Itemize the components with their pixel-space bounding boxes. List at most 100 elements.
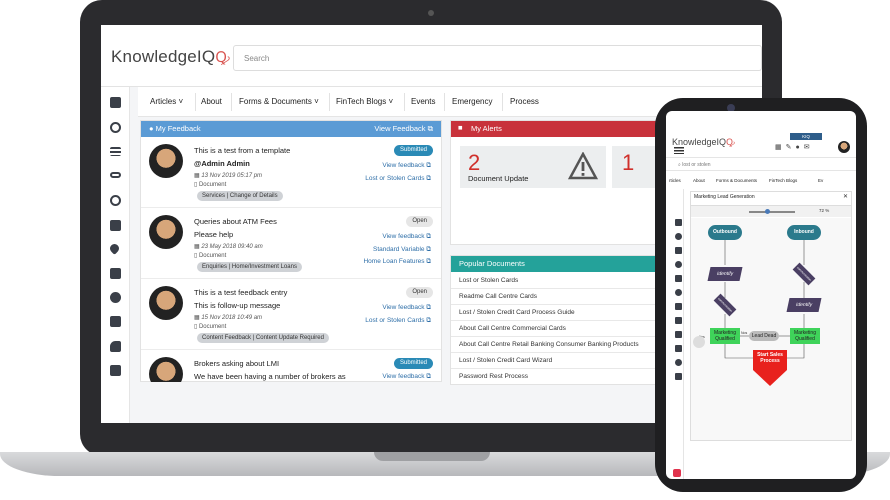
tools-icon[interactable] (110, 341, 121, 352)
avatar (149, 286, 183, 320)
flow-node-identify[interactable]: Identify (786, 298, 822, 312)
mobile-search-input[interactable]: ⌕ lost or stolen (666, 157, 856, 171)
related-doc-link[interactable]: Lost or Stolen Cards ⧉ (365, 317, 431, 325)
app-icon[interactable] (673, 469, 681, 477)
alert-label: Document Update (468, 174, 529, 183)
app-header: KnowledgeIQꝘ Search (101, 25, 762, 87)
feedback-date: ▦ 23 May 2018 09:40 am (194, 244, 263, 250)
feedback-type: ▯ Document (194, 324, 227, 330)
avatar[interactable] (838, 141, 850, 153)
nav-forms[interactable]: Forms & Documents ˅ (239, 97, 319, 106)
mobile-nav-item[interactable]: Ev (818, 178, 823, 183)
app-logo[interactable]: KnowledgeIQꝘ (111, 47, 230, 67)
dashboard-icon[interactable] (675, 345, 682, 352)
warning-icon (568, 152, 598, 180)
search-icon[interactable] (110, 122, 121, 133)
flow-label-no: Nos (741, 331, 748, 335)
heart-icon[interactable] (108, 242, 121, 255)
avatar (149, 215, 183, 249)
feedback-item-title: This is a test feedback entry (194, 288, 288, 297)
laptop-notch (374, 452, 490, 461)
link-icon[interactable] (675, 219, 682, 226)
alert-card-document-update[interactable]: 2 Document Update (460, 146, 606, 188)
flow-node-marketing-qualified[interactable]: Marketing Qualified (790, 328, 820, 344)
alert-icon[interactable] (675, 289, 682, 296)
feedback-item-title: Brokers asking about LMI (194, 359, 280, 368)
comment-icon[interactable] (675, 303, 682, 310)
zoom-level: 72 % (819, 208, 830, 213)
nav-emergency[interactable]: Emergency (452, 97, 492, 106)
document-title: Marketing Lead Generation (694, 194, 755, 200)
calendar-icon[interactable] (675, 247, 682, 254)
view-feedback-link[interactable]: View feedback ⧉ (382, 162, 431, 170)
view-feedback-link[interactable]: View feedback ⧉ (382, 233, 431, 241)
feedback-date: ▦ 15 Nov 2018 10:49 am (194, 315, 263, 321)
feedback-item[interactable]: Queries about ATM Fees Please help ▦ 23 … (141, 209, 441, 279)
mobile-nav-item[interactable]: FinTech Blogs (769, 178, 797, 183)
menu-icon[interactable] (675, 373, 682, 380)
mobile-sidebar (666, 189, 684, 479)
related-doc-link[interactable]: Home Loan Features ⧉ (363, 258, 431, 266)
flow-node-outbound[interactable]: Outbound (708, 225, 742, 240)
nav-events[interactable]: Events (411, 97, 435, 106)
nav-process[interactable]: Process (510, 97, 539, 106)
dashboard-icon[interactable] (110, 97, 121, 108)
calendar-icon[interactable] (110, 220, 121, 231)
save-icon[interactable] (110, 268, 121, 279)
feedback-item-message: Please help (194, 230, 234, 239)
flow-node-start-sales[interactable]: Start Sales Process (753, 352, 787, 364)
flow-node-lead-dead[interactable]: Lead Dead (749, 331, 779, 341)
link-icon[interactable] (110, 172, 121, 178)
category-tag: Enquiries | Home/Investment Loans (197, 262, 302, 272)
feedback-item[interactable]: This is a test from a template @Admin Ad… (141, 138, 441, 208)
view-feedback-link[interactable]: View feedback ⧉ (382, 373, 431, 381)
mobile-nav-item[interactable]: About (693, 178, 705, 183)
chat-icon[interactable] (110, 365, 121, 376)
save-icon[interactable] (675, 275, 682, 282)
globe-icon[interactable] (110, 195, 121, 206)
status-badge: Open (406, 216, 433, 227)
feedback-panel: ● My Feedback View Feedback ⧉ This is a … (140, 120, 442, 382)
heart-icon[interactable] (675, 261, 682, 268)
feedback-title: My Feedback (155, 124, 201, 133)
feedback-item[interactable]: Brokers asking about LMI We have been ha… (141, 351, 441, 382)
flow-node-inbound[interactable]: Inbound (787, 225, 821, 240)
category-tag: Content Feedback | Content Update Requir… (197, 333, 329, 343)
flow-node-marketing-qualified[interactable]: Marketing Qualified (710, 328, 740, 344)
chat-icon[interactable] (675, 331, 682, 338)
zoom-slider[interactable] (749, 211, 795, 213)
mobile-nav-item[interactable]: Forms & Documents (716, 178, 757, 183)
comment-icon[interactable] (110, 316, 121, 327)
flow-node-identify[interactable]: Identify (707, 267, 743, 281)
search-input[interactable]: Search (233, 45, 762, 71)
view-feedback-link[interactable]: View feedback ⧉ (382, 304, 431, 312)
menu-icon[interactable] (674, 147, 684, 154)
nav-fintech[interactable]: FinTech Blogs ˅ (336, 97, 393, 106)
phone-screen: KnowledgeIQꝘ KIQ ▦✎●✉ ⌕ lost or stolen r… (666, 111, 856, 479)
search-icon[interactable] (675, 359, 682, 366)
alert-icon[interactable] (110, 292, 121, 303)
status-badge: Open (406, 287, 433, 298)
globe-icon[interactable] (675, 233, 682, 240)
flow-connector-handle[interactable] (693, 336, 705, 348)
tools-icon[interactable] (675, 317, 682, 324)
close-icon[interactable]: ✕ (843, 193, 848, 200)
related-doc-link[interactable]: Lost or Stolen Cards ⧉ (365, 175, 431, 183)
mobile-toolbar-icons[interactable]: ▦✎●✉ (775, 143, 837, 151)
mobile-nav: rticles About Forms & Documents FinTech … (666, 174, 856, 186)
nav-articles[interactable]: Articles ˅ (150, 97, 183, 106)
feedback-item[interactable]: This is a test feedback entry This is fo… (141, 280, 441, 350)
related-doc-link[interactable]: Standard Variable ⧉ (373, 246, 431, 254)
document-viewer: Marketing Lead Generation ✕ 72 % Outboun… (690, 191, 852, 441)
nav-about[interactable]: About (201, 97, 222, 106)
menu-icon[interactable] (110, 147, 121, 156)
feedback-item-message: This is follow-up message (194, 301, 281, 310)
feedback-type: ▯ Document (194, 182, 227, 188)
zoom-slider-handle[interactable] (765, 209, 770, 214)
view-feedback-link[interactable]: View Feedback ⧉ (374, 124, 433, 134)
viewer-toolbar: 72 % (691, 205, 851, 217)
mobile-nav-item[interactable]: rticles (669, 178, 681, 183)
feedback-item-title: Queries about ATM Fees (194, 217, 277, 226)
sidebar (101, 87, 130, 423)
status-badge: Submitted (393, 358, 433, 369)
